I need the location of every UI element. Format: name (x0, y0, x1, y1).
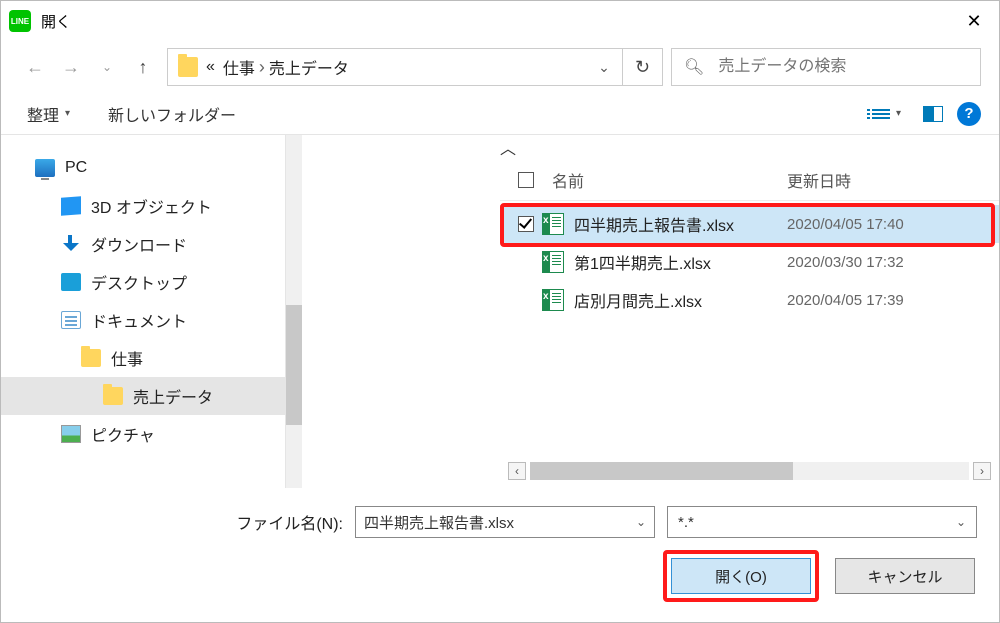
address-bar[interactable]: « 仕事 › 売上データ ⌄ ↻ (167, 48, 663, 86)
filename-input[interactable]: 四半期売上報告書.xlsx ⌄ (355, 506, 655, 538)
organize-button[interactable]: 整理 ▾ (19, 98, 78, 130)
folder-icon (81, 349, 101, 367)
chevron-down-icon: ⌄ (636, 515, 646, 529)
breadcrumb-seg-1[interactable]: 仕事 (223, 55, 255, 79)
address-dropdown[interactable]: ⌄ (586, 59, 622, 76)
sidebar-label: 3D オブジェクト (91, 194, 212, 218)
3d-objects-icon (61, 196, 81, 215)
sidebar-item-documents[interactable]: ドキュメント (1, 301, 285, 339)
file-checkbox[interactable] (512, 216, 540, 232)
search-icon: 🔍︎ (684, 57, 704, 77)
column-header-date[interactable]: 更新日時 (787, 168, 987, 192)
file-date: 2020/04/05 17:40 (787, 216, 987, 233)
breadcrumb-prefix: « (206, 58, 215, 76)
view-mode-button[interactable]: ▾ (856, 104, 909, 123)
new-folder-button[interactable]: 新しいフォルダー (100, 98, 244, 130)
open-button[interactable]: 開く(O) (671, 558, 811, 594)
horizontal-scrollbar[interactable]: ‹ › (500, 458, 999, 488)
file-row[interactable]: 店別月間売上.xlsx 2020/04/05 17:39 (500, 281, 999, 319)
nav-forward-button[interactable]: → (55, 51, 87, 83)
close-button[interactable]: ✕ (949, 1, 999, 41)
downloads-icon (61, 235, 81, 253)
file-name: 第1四半期売上.xlsx (574, 250, 787, 274)
folder-icon (178, 57, 198, 77)
nav-up-button[interactable]: ↑ (127, 51, 159, 83)
scrollbar-thumb[interactable] (530, 462, 793, 480)
new-folder-label: 新しいフォルダー (108, 102, 236, 126)
file-date: 2020/04/05 17:39 (787, 292, 987, 309)
sidebar-label: ダウンロード (91, 232, 187, 256)
sidebar-item-pictures[interactable]: ピクチャ (1, 415, 285, 453)
dialog-body: PC 3D オブジェクト ダウンロード デスクトップ ドキュメント 仕事 売上デ… (1, 135, 999, 488)
excel-file-icon (542, 251, 564, 273)
sidebar-label: 仕事 (111, 346, 143, 370)
sidebar-item-downloads[interactable]: ダウンロード (1, 225, 285, 263)
column-resize-grip[interactable]: ︿ (500, 135, 999, 159)
pc-icon (35, 159, 55, 177)
documents-icon (61, 311, 81, 329)
sidebar-label: ピクチャ (91, 422, 155, 446)
scroll-left-button[interactable]: ‹ (508, 462, 526, 480)
sidebar-item-sales-data[interactable]: 売上データ (1, 377, 285, 415)
sidebar-item-pc[interactable]: PC (1, 149, 285, 187)
excel-file-icon (542, 213, 564, 235)
chevron-down-icon: ▾ (896, 108, 901, 119)
cancel-button[interactable]: キャンセル (835, 558, 975, 594)
scroll-right-button[interactable]: › (973, 462, 991, 480)
scrollbar-thumb[interactable] (286, 305, 302, 425)
file-list-pane: ︿ 名前 更新日時 四半期売上報告書.xlsx 2020/04/05 17:40 (500, 135, 999, 488)
sidebar-item-work[interactable]: 仕事 (1, 339, 285, 377)
file-type-filter[interactable]: *.* ⌄ (667, 506, 977, 538)
file-row[interactable]: 第1四半期売上.xlsx 2020/03/30 17:32 (500, 243, 999, 281)
search-input[interactable] (716, 57, 968, 77)
dialog-footer: ファイル名(N): 四半期売上報告書.xlsx ⌄ *.* ⌄ 開く(O) キャ… (1, 488, 999, 622)
excel-file-icon (542, 289, 564, 311)
breadcrumb-seg-2[interactable]: 売上データ (269, 55, 349, 79)
sidebar-item-desktop[interactable]: デスクトップ (1, 263, 285, 301)
scrollbar-track[interactable] (530, 462, 969, 480)
desktop-icon (61, 273, 81, 291)
sidebar-label: PC (65, 159, 87, 177)
chevron-right-icon: › (259, 57, 265, 78)
sidebar-label: 売上データ (133, 384, 213, 408)
select-all-checkbox[interactable] (512, 172, 540, 188)
navbar: ← → ⌄ ↑ « 仕事 › 売上データ ⌄ ↻ 🔍︎ (1, 41, 999, 93)
sidebar-scrollbar[interactable] (286, 135, 302, 488)
sidebar: PC 3D オブジェクト ダウンロード デスクトップ ドキュメント 仕事 売上デ… (1, 135, 286, 488)
preview-pane-button[interactable] (923, 106, 943, 122)
file-rows: 四半期売上報告書.xlsx 2020/04/05 17:40 第1四半期売上.x… (500, 201, 999, 319)
filename-value: 四半期売上報告書.xlsx (364, 512, 514, 533)
window-title: 開く (41, 11, 71, 32)
file-name: 店別月間売上.xlsx (574, 288, 787, 312)
file-name: 四半期売上報告書.xlsx (574, 212, 787, 236)
nav-recent-dropdown[interactable]: ⌄ (91, 51, 123, 83)
annotation-highlight: 開く(O) (663, 550, 819, 602)
toolbar: 整理 ▾ 新しいフォルダー ▾ ? (1, 93, 999, 135)
cancel-button-label: キャンセル (867, 566, 942, 587)
file-type-value: *.* (678, 514, 694, 531)
refresh-button[interactable]: ↻ (622, 49, 662, 85)
pictures-icon (61, 425, 81, 443)
folder-icon (103, 387, 123, 405)
sidebar-label: デスクトップ (91, 270, 187, 294)
column-header-name[interactable]: 名前 (540, 168, 787, 192)
search-box[interactable]: 🔍︎ (671, 48, 981, 86)
file-row[interactable]: 四半期売上報告書.xlsx 2020/04/05 17:40 (500, 205, 999, 243)
organize-label: 整理 (27, 102, 59, 126)
file-list-header: 名前 更新日時 (500, 159, 999, 201)
app-icon: LINE (9, 10, 31, 32)
sidebar-item-3d-objects[interactable]: 3D オブジェクト (1, 187, 285, 225)
file-date: 2020/03/30 17:32 (787, 254, 987, 271)
sidebar-label: ドキュメント (91, 308, 187, 332)
help-button[interactable]: ? (957, 102, 981, 126)
nav-back-button[interactable]: ← (19, 51, 51, 83)
titlebar: LINE 開く ✕ (1, 1, 999, 41)
open-dialog: LINE 開く ✕ ← → ⌄ ↑ « 仕事 › 売上データ ⌄ ↻ 🔍︎ 整 (0, 0, 1000, 623)
chevron-down-icon: ▾ (65, 108, 70, 119)
chevron-down-icon: ⌄ (956, 515, 966, 529)
filename-label: ファイル名(N): (236, 510, 343, 534)
list-view-icon (872, 109, 890, 119)
open-button-label: 開く(O) (715, 566, 767, 587)
